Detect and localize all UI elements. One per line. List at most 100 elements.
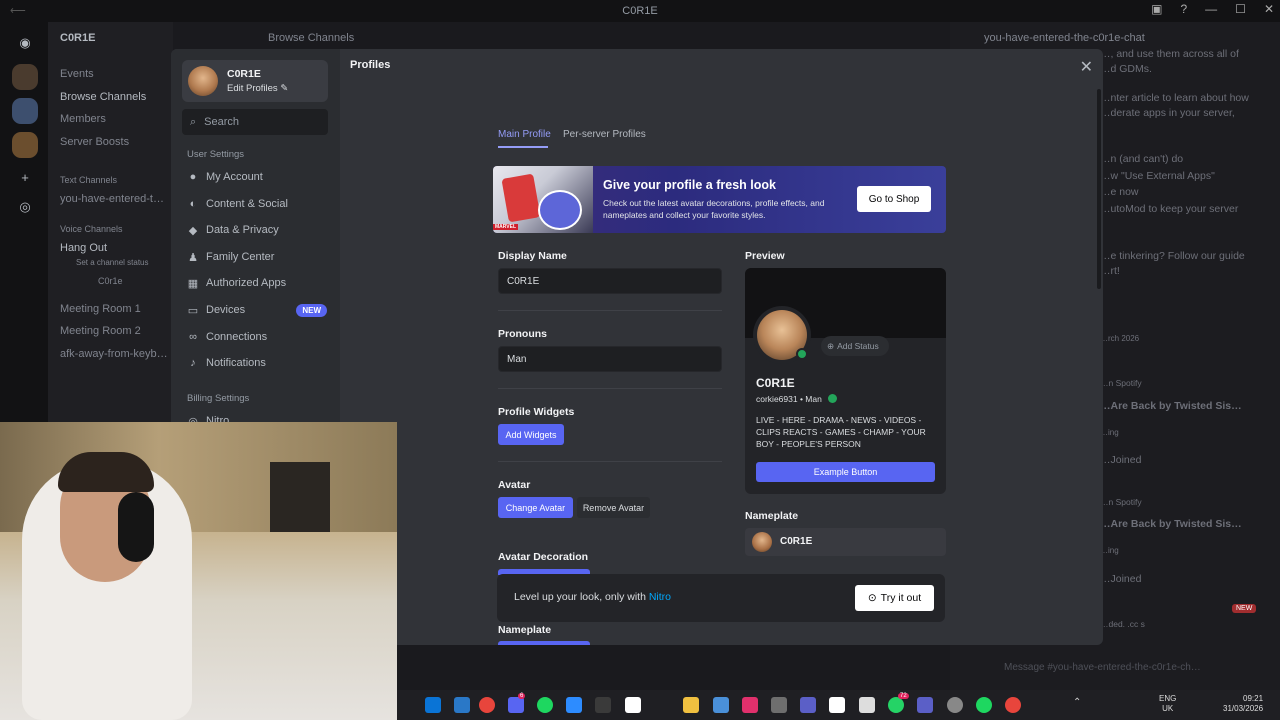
- help-icon[interactable]: ?: [1180, 2, 1187, 16]
- chrome-icon[interactable]: [1005, 697, 1021, 713]
- person-hair: [58, 452, 154, 492]
- nav-my-account[interactable]: ● My Account: [187, 165, 327, 189]
- teams-icon[interactable]: [800, 697, 816, 713]
- spotify-icon[interactable]: [537, 697, 553, 713]
- channel-meeting-1[interactable]: Meeting Room 1: [60, 303, 180, 315]
- chrome-icon[interactable]: [479, 697, 495, 713]
- channel-events[interactable]: Events: [60, 68, 180, 80]
- add-status-button[interactable]: ⊕ Add Status: [821, 336, 889, 356]
- add-widgets-button[interactable]: Add Widgets: [498, 424, 564, 445]
- app-icon[interactable]: [713, 697, 729, 713]
- chat-line: …w "Use External Apps": [1100, 170, 1215, 182]
- remove-avatar-button[interactable]: Remove Avatar: [577, 497, 650, 518]
- app-icon[interactable]: [595, 697, 611, 713]
- channel-afk[interactable]: afk-away-from-keyb…: [60, 348, 180, 360]
- server-icon-3[interactable]: [12, 132, 38, 158]
- discord-taskbar-icon[interactable]: [508, 697, 524, 713]
- nav-notifications[interactable]: ♪ Notifications: [187, 351, 327, 375]
- chat-line[interactable]: …Joined: [1100, 454, 1280, 466]
- voice-channels-header[interactable]: Voice Channels: [60, 224, 180, 234]
- divider: [498, 388, 722, 389]
- back-arrow-icon[interactable]: ⟵: [10, 4, 26, 17]
- chat-line: …ing: [1100, 546, 1119, 555]
- chat-line: …utoMod to keep your server: [1100, 203, 1239, 215]
- language-indicator[interactable]: ENG UK: [1159, 694, 1176, 714]
- instagram-icon[interactable]: [742, 697, 758, 713]
- app-icon[interactable]: [947, 697, 963, 713]
- channel-members[interactable]: Members: [60, 113, 180, 125]
- pronouns-input[interactable]: Man: [498, 346, 722, 372]
- close-icon[interactable]: ✕: [1080, 57, 1093, 77]
- nameplate-avatar: [752, 532, 772, 552]
- family-icon: ♟: [188, 251, 198, 264]
- tab-main-profile[interactable]: Main Profile: [498, 129, 551, 140]
- maximize-button[interactable]: ☐: [1235, 2, 1246, 16]
- active-tab-indicator: [498, 146, 548, 148]
- tray-chevron-icon[interactable]: ⌃: [1073, 697, 1081, 708]
- discord-home-icon[interactable]: ◉: [12, 30, 38, 56]
- channel-text[interactable]: you-have-entered-t…: [60, 193, 180, 205]
- nav-devices[interactable]: ▭ Devices NEW: [187, 298, 327, 322]
- search-input[interactable]: ⌕ Search: [182, 109, 328, 135]
- channel-hang-out[interactable]: Hang Out: [60, 242, 180, 254]
- display-name-input[interactable]: C0R1E: [498, 268, 722, 294]
- notepad-icon[interactable]: [829, 697, 845, 713]
- text-channels-header[interactable]: Text Channels: [60, 175, 180, 185]
- chat-line: …n (and can't) do: [1100, 153, 1184, 165]
- nav-data-privacy[interactable]: ◆ Data & Privacy: [187, 218, 327, 242]
- whatsapp-icon[interactable]: [888, 697, 904, 713]
- mail-icon[interactable]: [454, 697, 470, 713]
- go-to-shop-button[interactable]: Go to Shop: [857, 186, 931, 212]
- teams-icon[interactable]: [917, 697, 933, 713]
- window-close-button[interactable]: ✕: [1264, 2, 1274, 16]
- channel-meeting-2[interactable]: Meeting Room 2: [60, 325, 180, 337]
- chat-line[interactable]: …Joined: [1100, 573, 1280, 585]
- channel-browse[interactable]: Browse Channels: [60, 91, 180, 103]
- nitro-upsell-bar: Level up your look, only with Nitro ⊙ Try…: [497, 574, 945, 622]
- discover-icon[interactable]: ◎: [12, 194, 38, 220]
- profile-switcher[interactable]: C0R1E Edit Profiles ✎: [182, 60, 328, 102]
- server-name[interactable]: C0R1E: [60, 32, 180, 44]
- chat-line: …derate apps in your server,: [1100, 107, 1235, 119]
- nav-authorized-apps[interactable]: ▦ Authorized Apps: [187, 271, 327, 295]
- preview-name: C0R1E: [756, 376, 795, 390]
- edge-icon[interactable]: [425, 697, 441, 713]
- scrollbar[interactable]: [1097, 89, 1101, 289]
- devices-icon: ▭: [187, 304, 199, 317]
- search-icon: ⌕: [190, 115, 197, 128]
- shelf-item: [270, 462, 330, 532]
- app-icon[interactable]: [625, 697, 641, 713]
- apps-icon: ▦: [187, 277, 199, 290]
- inbox-icon[interactable]: ▣: [1151, 2, 1162, 16]
- server-icon-2[interactable]: [12, 98, 38, 124]
- try-it-out-button[interactable]: ⊙ Try it out: [855, 585, 934, 611]
- nav-content-social[interactable]: ◐ Content & Social: [187, 192, 327, 216]
- example-button[interactable]: Example Button: [756, 462, 935, 482]
- preview-handle: corkie6931 • Man: [756, 394, 822, 404]
- profile-preview-card: ⊕ Add Status C0R1E corkie6931 • Man LIVE …: [745, 268, 946, 494]
- app-icon[interactable]: [859, 697, 875, 713]
- change-avatar-button[interactable]: Change Avatar: [498, 497, 573, 518]
- channel-boosts[interactable]: Server Boosts: [60, 136, 180, 148]
- pencil-icon: ✎: [280, 83, 289, 94]
- server-icon-1[interactable]: [12, 64, 38, 90]
- spotify-icon[interactable]: [976, 697, 992, 713]
- minimize-button[interactable]: —: [1205, 2, 1217, 16]
- zoom-icon[interactable]: [566, 697, 582, 713]
- nitro-upsell-label: Level up your look, only with: [514, 591, 649, 603]
- tab-per-server-profiles[interactable]: Per-server Profiles: [563, 129, 646, 140]
- taskbar: 6 72 ⌃ ENG UK 09:21 31/03/2026: [397, 690, 1280, 720]
- nav-family-center[interactable]: ♟ Family Center: [187, 245, 327, 269]
- nameplate-name: C0R1E: [780, 536, 813, 547]
- new-messages-badge: NEW: [1232, 604, 1257, 613]
- message-input[interactable]: Message #you-have-entered-the-c0r1e-ch…: [974, 662, 1264, 680]
- nitro-link[interactable]: Nitro: [649, 591, 671, 603]
- folder-icon[interactable]: [683, 697, 699, 713]
- add-server-icon[interactable]: +: [12, 164, 38, 190]
- nav-connections[interactable]: ∞ Connections: [187, 325, 327, 349]
- clock[interactable]: 09:21 31/03/2026: [1223, 694, 1263, 714]
- discord-badge: 6: [518, 693, 526, 699]
- calculator-icon[interactable]: [771, 697, 787, 713]
- change-nameplate-button[interactable]: [498, 641, 590, 645]
- bell-icon: ♪: [190, 357, 196, 369]
